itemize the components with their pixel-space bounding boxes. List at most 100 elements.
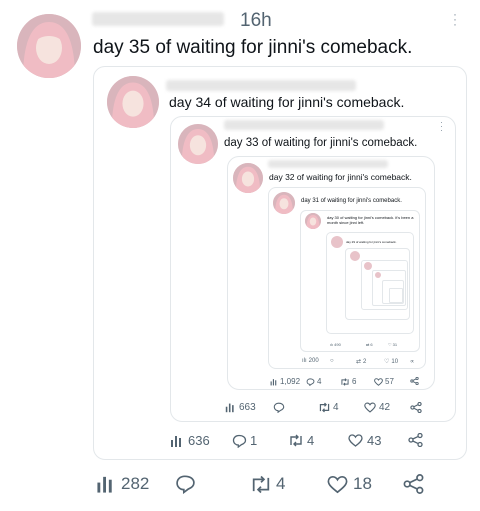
likes-count: 57 <box>385 377 394 386</box>
like-button[interactable]: ♡ 31 <box>388 342 397 347</box>
quoted-author-avatar <box>305 213 321 229</box>
avatar-image <box>305 213 321 229</box>
avatar-image <box>233 163 263 193</box>
likes-count: 43 <box>367 433 382 448</box>
reposts-count: 4 <box>333 402 339 413</box>
views-button[interactable]: 663 <box>225 402 256 413</box>
likes-count: 18 <box>353 474 372 493</box>
reposts-count: 6 <box>352 377 357 386</box>
repost-icon <box>252 475 270 493</box>
views-button[interactable]: ılı 490 <box>330 342 341 347</box>
quoted-author-avatar <box>233 163 263 193</box>
views-button[interactable]: 636 <box>170 433 210 448</box>
quoted-author-avatar <box>375 272 381 278</box>
like-button[interactable]: 57 <box>374 377 394 386</box>
heart-icon <box>364 402 376 413</box>
quoted-author-avatar <box>107 76 159 128</box>
share-button[interactable]: ∝ <box>410 358 414 365</box>
share-button[interactable] <box>410 377 419 385</box>
likes-count: 31 <box>392 342 398 347</box>
views-icon <box>97 476 112 493</box>
quoted-author-avatar <box>331 236 343 248</box>
repost-button[interactable]: ⇄ 2 <box>356 358 367 366</box>
like-button[interactable]: ♡ 10 <box>384 358 399 366</box>
quoted-author-avatar <box>350 251 360 261</box>
repost-icon: ⇄ <box>356 359 362 365</box>
quoted-post-card <box>389 288 403 303</box>
quoted-author-avatar <box>273 192 295 214</box>
post-text: day 35 of waiting for jinni's comeback. <box>93 37 413 58</box>
repost-icon <box>290 434 302 447</box>
reposts-count: 2 <box>363 358 367 365</box>
views-count: 490 <box>334 342 341 347</box>
like-button[interactable]: 43 <box>348 433 381 448</box>
reply-icon <box>306 377 315 386</box>
heart-icon <box>348 434 363 447</box>
reply-button[interactable] <box>273 402 285 413</box>
views-icon: ılı <box>330 342 334 347</box>
reply-icon <box>232 434 247 448</box>
reply-icon <box>273 402 285 413</box>
share-icon <box>403 474 424 494</box>
share-button[interactable] <box>410 402 422 413</box>
author-avatar[interactable] <box>17 14 81 78</box>
quoted-post-text: day 30 of waiting for jinni's comeback. … <box>327 215 414 225</box>
reposts-count: 4 <box>307 433 315 448</box>
reposts-count: 6 <box>370 342 373 347</box>
reply-button[interactable] <box>175 474 196 494</box>
quoted-author-avatar <box>364 262 372 270</box>
views-button[interactable]: 1,092 <box>270 377 300 386</box>
share-button[interactable] <box>408 433 423 447</box>
quoted-post-text: day 33 of waiting for jinni's comeback. <box>224 137 418 149</box>
reposts-count: 4 <box>276 474 286 493</box>
likes-count: 10 <box>391 358 399 365</box>
repost-button[interactable]: ⇄ 6 <box>366 342 373 347</box>
views-button[interactable]: 282 <box>96 474 149 494</box>
repost-button[interactable]: 4 <box>249 474 285 494</box>
views-icon <box>225 403 234 413</box>
avatar-image <box>178 124 218 164</box>
views-count: 636 <box>188 433 210 448</box>
share-icon: ∝ <box>410 359 415 365</box>
quoted-post-text: day 31 of waiting for jinni's comeback. <box>301 198 402 204</box>
repost-icon <box>319 402 330 413</box>
share-icon <box>410 402 422 413</box>
reply-button[interactable]: ○ <box>330 358 334 364</box>
reply-button[interactable]: 1 <box>232 433 257 448</box>
share-button[interactable] <box>403 474 424 494</box>
reply-icon <box>176 475 195 494</box>
avatar-image <box>107 76 159 128</box>
quoted-author-redacted <box>268 160 388 168</box>
heart-icon: ♡ <box>384 359 390 365</box>
views-icon: ılı <box>302 358 307 364</box>
repost-button[interactable]: 4 <box>288 433 314 448</box>
repost-icon: ⇄ <box>366 342 370 347</box>
reply-button[interactable]: 4 <box>306 377 321 386</box>
avatar-image <box>17 14 81 78</box>
share-icon <box>410 377 419 385</box>
share-icon <box>408 433 423 447</box>
more-options-icon[interactable]: · · · <box>453 8 457 30</box>
replies-count: 4 <box>317 377 322 386</box>
repost-icon <box>341 377 349 386</box>
heart-icon <box>327 475 348 493</box>
views-count: 200 <box>308 358 319 364</box>
more-options-icon[interactable]: · · · <box>440 118 443 135</box>
avatar-image <box>273 192 295 214</box>
like-button[interactable]: 18 <box>327 474 372 494</box>
views-button[interactable]: ılı 200 <box>302 358 319 364</box>
like-button[interactable]: 42 <box>364 402 390 413</box>
post-time: 16h <box>240 10 272 31</box>
views-icon <box>270 378 277 385</box>
replies-count: 1 <box>250 433 258 448</box>
quoted-author-avatar <box>178 124 218 164</box>
views-count: 282 <box>121 474 150 493</box>
repost-button[interactable]: 4 <box>318 402 339 413</box>
quoted-post-text: day 34 of waiting for jinni's comeback. <box>169 94 405 110</box>
repost-button[interactable]: 6 <box>340 377 356 386</box>
quoted-post-text: day 29 of waiting for jinni's comeback. <box>346 240 397 244</box>
heart-icon <box>374 377 383 386</box>
quoted-post-text: day 32 of waiting for jinni's comeback. <box>269 172 412 182</box>
author-name-redacted <box>92 12 224 26</box>
quoted-author-redacted <box>224 120 384 130</box>
